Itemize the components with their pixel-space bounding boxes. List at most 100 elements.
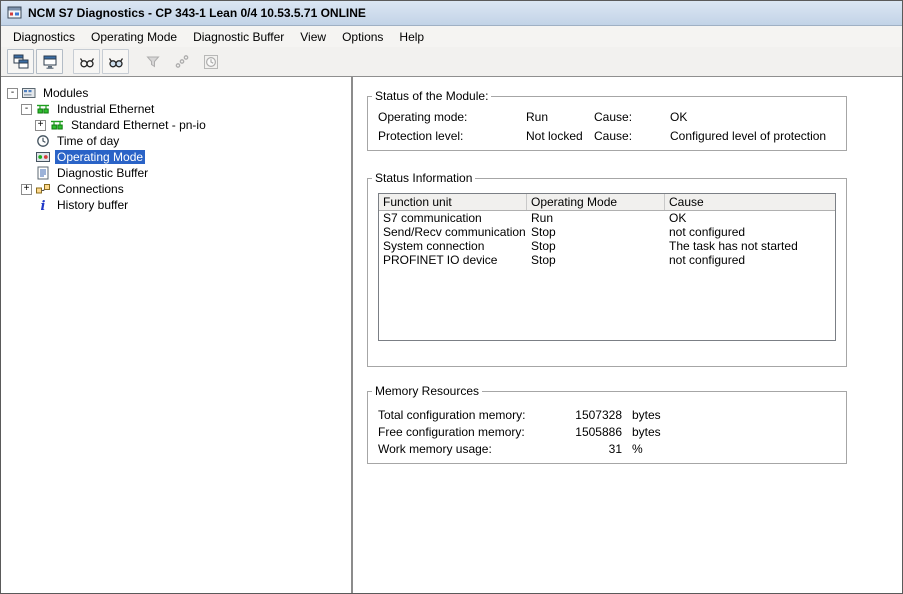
- cell-function-unit: S7 communication: [379, 211, 527, 225]
- operating-mode-value: Run: [526, 110, 594, 124]
- tree-item-label: Diagnostic Buffer: [55, 166, 150, 180]
- app-window: NCM S7 Diagnostics - CP 343-1 Lean 0/4 1…: [0, 0, 903, 594]
- free-config-memory-unit: bytes: [622, 425, 836, 439]
- monitor-button[interactable]: [36, 49, 63, 74]
- clock-icon: [203, 54, 219, 70]
- expander-spacer: [21, 136, 32, 147]
- memory-resources-group: Memory Resources Total configuration mem…: [367, 384, 847, 464]
- menu-bar: Diagnostics Operating Mode Diagnostic Bu…: [1, 26, 902, 47]
- app-icon: [7, 5, 23, 21]
- status-information-group: Status Information Function unit Operati…: [367, 171, 847, 367]
- status-module-group: Status of the Module: Operating mode: Ru…: [367, 89, 847, 151]
- collapse-icon[interactable]: [21, 104, 32, 115]
- status-module-title: Status of the Module:: [372, 89, 491, 103]
- menu-view[interactable]: View: [292, 28, 334, 46]
- cause-label: Cause:: [594, 129, 670, 143]
- operating-mode-label: Operating mode:: [378, 110, 526, 124]
- clock-icon: [35, 134, 51, 148]
- menu-diagnostic-buffer[interactable]: Diagnostic Buffer: [185, 28, 292, 46]
- svg-text:i: i: [41, 199, 46, 212]
- menu-operating-mode[interactable]: Operating Mode: [83, 28, 185, 46]
- glasses-icon: [79, 54, 95, 70]
- total-config-memory-label: Total configuration memory:: [378, 408, 566, 422]
- cell-operating-mode: Stop: [527, 239, 665, 253]
- connections-icon: [35, 182, 51, 196]
- values-button[interactable]: [168, 49, 195, 74]
- operating-mode-icon: [35, 150, 51, 164]
- tree-item-label: Connections: [55, 182, 126, 196]
- tree-item-label: Modules: [41, 86, 90, 100]
- protection-level-value: Not locked: [526, 129, 594, 143]
- tree-item-operating-mode[interactable]: Operating Mode: [21, 149, 351, 165]
- tree-item-diagnostic-buffer[interactable]: Diagnostic Buffer: [21, 165, 351, 181]
- glasses-filled-button[interactable]: [102, 49, 129, 74]
- cell-operating-mode: Run: [527, 211, 665, 225]
- cell-cause: The task has not started: [665, 239, 835, 253]
- filter-button[interactable]: [139, 49, 166, 74]
- table-header: Function unit Operating Mode Cause: [379, 194, 835, 211]
- cell-cause: not configured: [665, 225, 835, 239]
- windows-cascade-button[interactable]: [7, 49, 34, 74]
- column-operating-mode[interactable]: Operating Mode: [527, 194, 665, 210]
- total-config-memory-unit: bytes: [622, 408, 836, 422]
- detail-pane: Status of the Module: Operating mode: Ru…: [353, 77, 902, 593]
- tree-item-industrial-ethernet[interactable]: Industrial Ethernet: [21, 101, 351, 117]
- expand-icon[interactable]: [21, 184, 32, 195]
- glasses-button[interactable]: [73, 49, 100, 74]
- free-config-memory-label: Free configuration memory:: [378, 425, 566, 439]
- windows-cascade-icon: [13, 54, 29, 70]
- cell-function-unit: System connection: [379, 239, 527, 253]
- diagnostic-buffer-icon: [35, 166, 51, 180]
- menu-options[interactable]: Options: [334, 28, 391, 46]
- tree-item-label: History buffer: [55, 198, 130, 212]
- tree-item-modules[interactable]: Modules: [7, 85, 351, 101]
- table-row[interactable]: Send/Recv communication Stop not configu…: [379, 225, 835, 239]
- expander-spacer: [21, 152, 32, 163]
- cell-function-unit: Send/Recv communication: [379, 225, 527, 239]
- tree-item-label: Industrial Ethernet: [55, 102, 156, 116]
- menu-help[interactable]: Help: [391, 28, 432, 46]
- menu-diagnostics[interactable]: Diagnostics: [5, 28, 83, 46]
- protection-level-label: Protection level:: [378, 129, 526, 143]
- collapse-icon[interactable]: [7, 88, 18, 99]
- ethernet-icon: [35, 102, 51, 116]
- cell-operating-mode: Stop: [527, 253, 665, 267]
- ethernet-icon: [49, 118, 65, 132]
- work-memory-usage-unit: %: [622, 442, 836, 456]
- monitor-icon: [42, 54, 58, 70]
- cell-cause: OK: [665, 211, 835, 225]
- main-content: Modules Industrial Ethernet: [1, 77, 902, 593]
- diagnostics-tree: Modules Industrial Ethernet: [1, 77, 353, 593]
- cell-operating-mode: Stop: [527, 225, 665, 239]
- table-row[interactable]: PROFINET IO device Stop not configured: [379, 253, 835, 267]
- cause-value: Configured level of protection: [670, 129, 836, 143]
- status-information-table: Function unit Operating Mode Cause S7 co…: [378, 193, 836, 341]
- tree-item-time-of-day[interactable]: Time of day: [21, 133, 351, 149]
- cell-function-unit: PROFINET IO device: [379, 253, 527, 267]
- title-bar[interactable]: NCM S7 Diagnostics - CP 343-1 Lean 0/4 1…: [1, 1, 902, 26]
- cause-label: Cause:: [594, 110, 670, 124]
- tree-item-standard-ethernet[interactable]: Standard Ethernet - pn-io: [35, 117, 351, 133]
- total-config-memory-value: 1507328: [566, 408, 622, 422]
- cause-value: OK: [670, 110, 836, 124]
- clock-button[interactable]: [197, 49, 224, 74]
- work-memory-usage-value: 31: [566, 442, 622, 456]
- filter-icon: [145, 54, 161, 70]
- tree-item-label: Standard Ethernet - pn-io: [69, 118, 208, 132]
- table-row[interactable]: S7 communication Run OK: [379, 211, 835, 225]
- window-title: NCM S7 Diagnostics - CP 343-1 Lean 0/4 1…: [28, 6, 366, 20]
- modules-icon: [21, 86, 37, 100]
- memory-resources-title: Memory Resources: [372, 384, 482, 398]
- expander-spacer: [21, 168, 32, 179]
- expand-icon[interactable]: [35, 120, 46, 131]
- column-function-unit[interactable]: Function unit: [379, 194, 527, 210]
- status-information-title: Status Information: [372, 171, 475, 185]
- work-memory-usage-label: Work memory usage:: [378, 442, 566, 456]
- glasses-filled-icon: [108, 54, 124, 70]
- toolbar-separator: [65, 61, 71, 62]
- column-cause[interactable]: Cause: [665, 194, 835, 210]
- table-row[interactable]: System connection Stop The task has not …: [379, 239, 835, 253]
- tree-item-connections[interactable]: Connections: [21, 181, 351, 197]
- tree-item-history-buffer[interactable]: i History buffer: [21, 197, 351, 213]
- values-icon: [174, 54, 190, 70]
